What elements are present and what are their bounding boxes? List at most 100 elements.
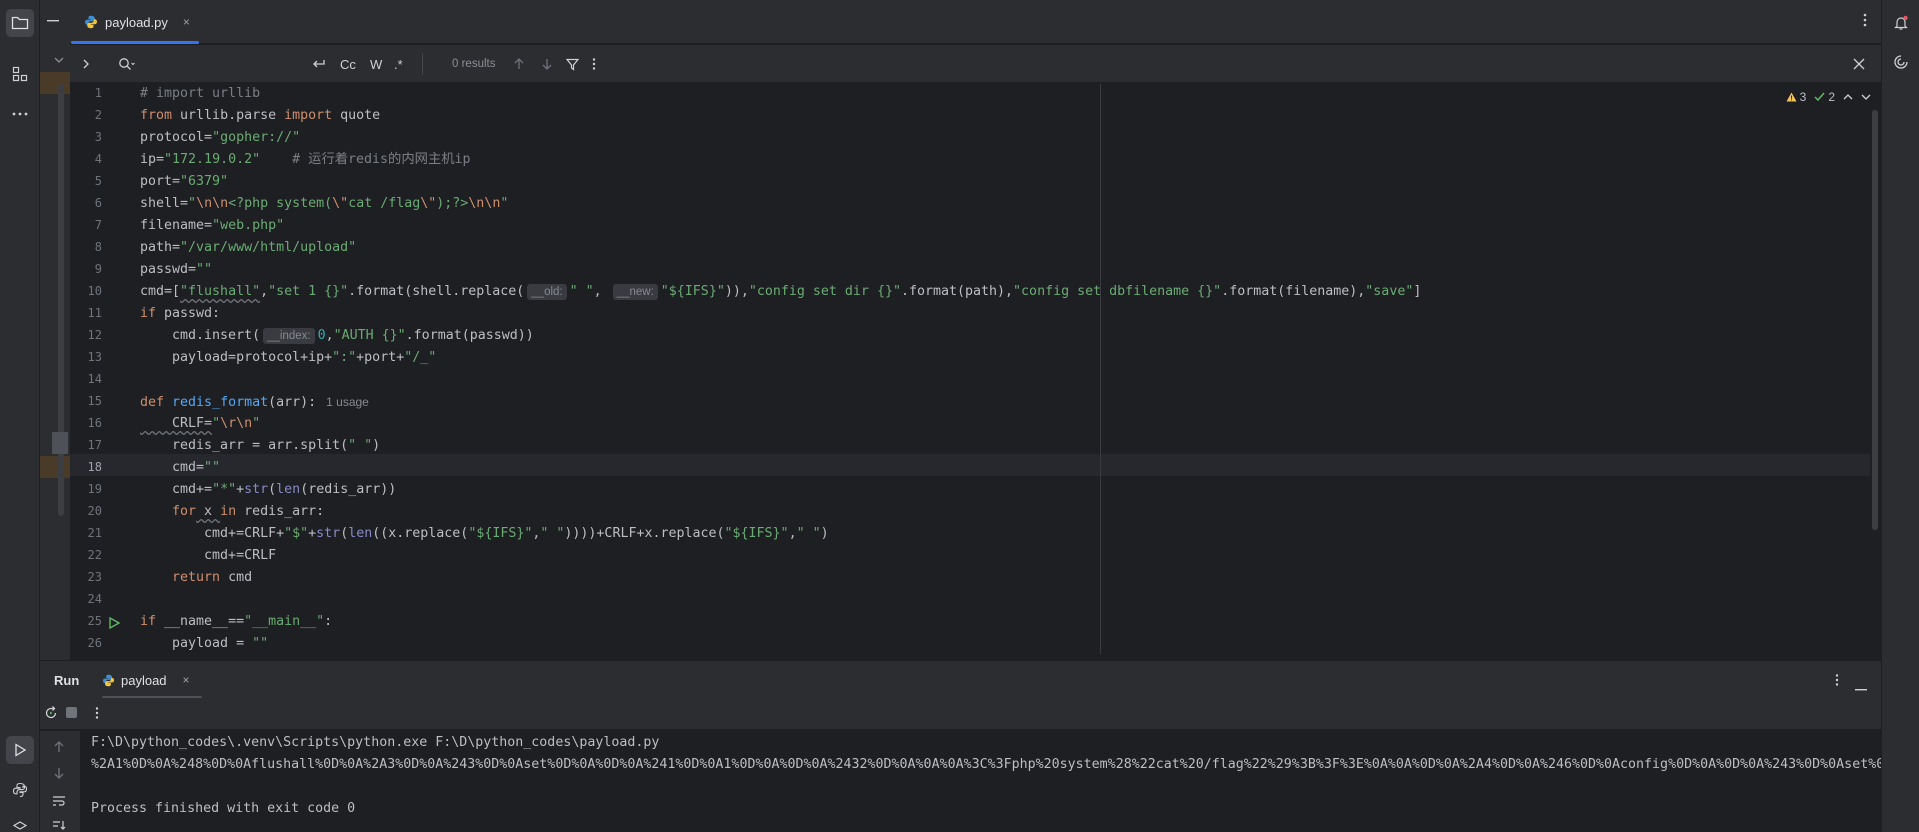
comment: # import urllib [140, 86, 261, 101]
more-vertical-icon [1863, 13, 1867, 27]
line-number: 21 [87, 526, 102, 540]
code-editor[interactable]: 1 2 3 4 5 6 7 8 9 10 11 12 13 14 15 16 17 18 19 20 21 22 23 24 2… [70, 84, 1881, 654]
code-text: urllib.parse [172, 108, 285, 123]
line-number: 12 [87, 328, 102, 342]
code-text: cmd+=CRLF+ [140, 526, 285, 541]
next-occurrence-button[interactable] [542, 45, 552, 83]
run-tab-payload[interactable]: payload × [102, 661, 190, 699]
line-number: 6 [94, 196, 102, 210]
editor-tab-bar: payload.py × [70, 0, 1881, 44]
number: 0 [317, 328, 326, 343]
string: "gopher://" [212, 130, 301, 145]
inspection-widget[interactable]: 3 2 [1786, 88, 1871, 106]
line-number: 17 [87, 438, 102, 452]
run-console[interactable]: F:\D\python_codes\.venv\Scripts\python.e… [40, 731, 1881, 832]
line-number: 10 [87, 284, 102, 298]
console-line-command: F:\D\python_codes\.venv\Scripts\python.e… [91, 735, 660, 750]
minimize-project-button[interactable] [43, 12, 63, 30]
code-text: : [324, 614, 333, 629]
code-line-1: # import urllib [140, 84, 260, 105]
notifications-button[interactable] [1887, 9, 1915, 37]
line-number: 5 [94, 174, 102, 188]
code-text: ))))+CRLF+x.replace( [564, 526, 725, 541]
collapse-chevron-icon[interactable] [54, 52, 64, 67]
code-line-26: payload = "" [140, 633, 268, 654]
chevron-right-icon [83, 59, 89, 69]
code-text: .format(filename), [1221, 284, 1366, 299]
code-text: +port+ [356, 350, 405, 365]
changed-line-marker [40, 456, 70, 478]
run-more-button[interactable] [95, 706, 99, 723]
line-number: 19 [87, 482, 102, 496]
warnings-indicator[interactable]: 3 [1786, 90, 1806, 104]
search-icon [119, 58, 135, 70]
search-more-button[interactable] [592, 45, 596, 83]
tab-options-button[interactable] [1863, 12, 1867, 31]
find-bar: Cc W .* 0 results [70, 45, 1881, 83]
builtin: str [244, 482, 269, 497]
search-history-button[interactable] [118, 45, 136, 83]
tab-close-button[interactable]: × [183, 15, 190, 29]
run-tab-close-button[interactable]: × [183, 673, 190, 687]
arrow-up-icon [54, 741, 64, 752]
run-tool-button[interactable] [6, 736, 34, 764]
string: "__main__" [244, 614, 325, 629]
code-text: ] [1413, 284, 1422, 299]
check-icon [1814, 92, 1825, 102]
expand-replace-button[interactable] [82, 45, 90, 83]
run-panel-header: Run payload × [40, 660, 1881, 699]
filter-button[interactable] [566, 45, 579, 83]
close-find-button[interactable] [1853, 45, 1865, 83]
code-text: )), [724, 284, 749, 299]
string: "${IFS}" [660, 284, 725, 299]
keyword: for [140, 504, 197, 519]
project-view-button[interactable] [6, 9, 34, 37]
stop-button[interactable] [66, 707, 77, 718]
line-number: 13 [87, 350, 102, 364]
builtin: len [348, 526, 373, 541]
editor-tab-payload[interactable]: payload.py × [71, 0, 199, 44]
arrow-down-icon [54, 768, 64, 779]
soft-wrap-button[interactable] [52, 795, 66, 811]
code-text: x [196, 504, 221, 519]
code-text: payload = [140, 636, 253, 651]
current-line-highlight [70, 454, 1870, 476]
minimize-run-panel-button[interactable] [1855, 679, 1867, 694]
structure-button[interactable] [6, 60, 34, 88]
previous-occurrence-button[interactable] [514, 45, 524, 83]
scroll-up-button[interactable] [54, 741, 64, 757]
code-text: CRLF= [140, 416, 213, 431]
chevron-up-icon[interactable] [1843, 93, 1853, 101]
run-panel-options-button[interactable] [1835, 673, 1839, 690]
string: "config set dbfilename {}" [1013, 284, 1222, 299]
match-newline-toggle[interactable] [312, 45, 326, 83]
scroll-to-end-button[interactable] [52, 819, 66, 832]
run-icon [15, 743, 27, 757]
run-gutter-button[interactable] [108, 616, 121, 632]
whole-words-toggle[interactable]: W [370, 45, 382, 83]
match-case-toggle[interactable]: Cc [340, 45, 356, 83]
more-tools-button[interactable] [6, 100, 34, 128]
rerun-button[interactable] [44, 706, 58, 723]
code-text: __name__== [156, 614, 245, 629]
structure-icon [12, 66, 28, 82]
parameter-hint: __index: [263, 328, 315, 344]
string: <?php system( [228, 196, 333, 211]
string: " [212, 416, 221, 431]
scroll-down-button[interactable] [54, 767, 64, 783]
project-scroll-thumb[interactable] [52, 432, 68, 454]
line-number: 11 [87, 306, 102, 320]
divider [422, 53, 423, 75]
chevron-down-icon[interactable] [1861, 93, 1871, 101]
typos-indicator[interactable]: 2 [1814, 90, 1835, 104]
code-text: ((x.replace( [372, 526, 469, 541]
editor-scrollbar[interactable] [1872, 110, 1878, 530]
regex-toggle[interactable]: .* [394, 45, 403, 83]
usage-hint[interactable]: 1 usage [326, 395, 369, 409]
ai-assistant-button[interactable] [1887, 48, 1915, 76]
python-packages-button[interactable] [6, 776, 34, 804]
layers-button[interactable] [6, 812, 34, 832]
code-line-7: filename="web.php" [140, 215, 284, 237]
search-input[interactable] [144, 45, 314, 83]
code-line-17: redis_arr = arr.split(" ") [140, 435, 380, 457]
